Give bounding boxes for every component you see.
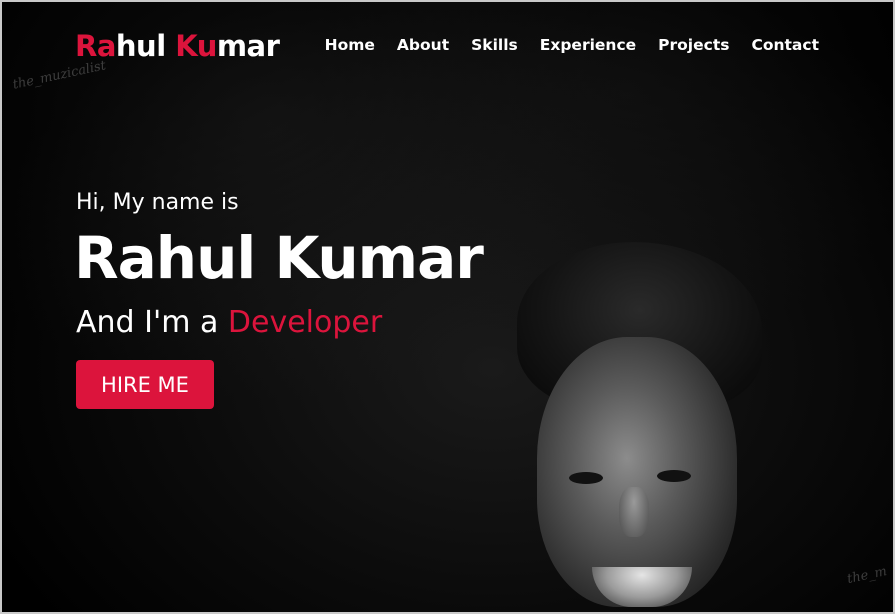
logo-accent-ku: Ku bbox=[175, 29, 217, 63]
hero-role-line: And I'm a Developer bbox=[76, 305, 483, 340]
hero-role: Developer bbox=[227, 305, 383, 340]
logo-text-hul: hul bbox=[115, 29, 176, 63]
watermark-signature-bottom: the_m bbox=[845, 563, 889, 588]
nav-link-skills[interactable]: Skills bbox=[471, 36, 518, 54]
nav-link-projects[interactable]: Projects bbox=[658, 36, 729, 54]
nav-link-about[interactable]: About bbox=[397, 36, 449, 54]
portrait-right-eye bbox=[657, 470, 691, 482]
navbar: Rahul Kumar Home About Skills Experience… bbox=[2, 2, 893, 92]
hero-greeting: Hi, My name is bbox=[76, 190, 239, 215]
logo-text-mar: mar bbox=[216, 29, 280, 63]
nav-link-experience[interactable]: Experience bbox=[540, 36, 636, 54]
hero-role-prefix: And I'm a bbox=[76, 305, 228, 340]
portfolio-page: the_muzicalist the_m Rahul Kumar Home Ab… bbox=[0, 0, 895, 614]
hero-section: Hi, My name is Rahul Kumar And I'm a Dev… bbox=[74, 190, 484, 409]
nav-link-home[interactable]: Home bbox=[325, 36, 375, 54]
logo-accent-ra: Ra bbox=[75, 29, 116, 63]
nav-link-contact[interactable]: Contact bbox=[751, 36, 819, 54]
hero-name: Rahul Kumar bbox=[74, 224, 484, 292]
nav-links: Home About Skills Experience Projects Co… bbox=[325, 36, 819, 54]
profile-portrait-image bbox=[497, 242, 777, 612]
site-logo[interactable]: Rahul Kumar bbox=[75, 29, 280, 63]
portrait-left-eye bbox=[569, 472, 603, 484]
hire-me-button[interactable]: HIRE ME bbox=[76, 360, 214, 409]
portrait-nose bbox=[619, 487, 649, 537]
